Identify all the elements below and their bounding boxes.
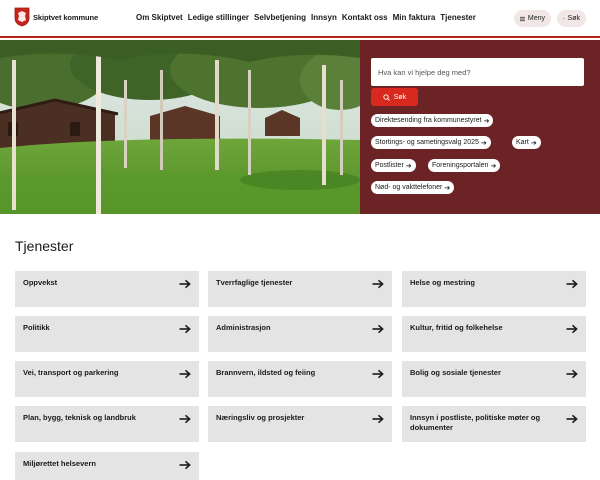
service-tile-label: Bolig og sosiale tjenester [410,368,501,377]
arrow-right-icon: ➔ [480,139,487,147]
quick-link-label: Postlister [375,162,404,169]
service-tile[interactable]: Plan, bygg, teknisk og landbruk [15,406,199,442]
nav-innsyn[interactable]: Innsyn [311,13,337,22]
arrow-right-icon [372,369,384,379]
quick-link-label: Nød- og vakttelefoner [375,184,443,191]
arrow-right-icon [566,369,578,379]
header-search-button[interactable]: Søk [557,10,586,27]
service-tile-label: Innsyn i postliste, politiske møter og d… [410,413,541,432]
service-tile-label: Helse og mestring [410,278,476,287]
hero-search-panel: Søk Direktesending fra kommunestyret➔ St… [360,40,600,214]
service-tile[interactable]: Tverrfaglige tjenester [208,271,392,307]
quick-link-label: Foreningsportalen [432,162,489,169]
hero-section: Søk Direktesending fra kommunestyret➔ St… [0,40,600,214]
nav-tjenester[interactable]: Tjenester [440,13,476,22]
quick-link-postlister[interactable]: Postlister ➔ [371,159,416,172]
service-tile[interactable]: Politikk [15,316,199,352]
nav-om-skiptvet[interactable]: Om Skiptvet [136,13,183,22]
arrow-right-icon [179,369,191,379]
service-tile[interactable]: Bolig og sosiale tjenester [402,361,586,397]
arrow-right-icon [179,279,191,289]
service-tile[interactable]: Vei, transport og parkering [15,361,199,397]
arrow-right-icon [566,324,578,334]
quick-link-kart[interactable]: Kart ➔ [512,136,541,149]
search-label: Søk [567,15,580,22]
coat-of-arms-icon [14,7,30,27]
arrow-right-icon: ➔ [530,139,537,147]
service-tile-label: Kultur, fritid og folkehelse [410,323,503,332]
service-tile[interactable]: Næringsliv og prosjekter [208,406,392,442]
search-icon [383,93,390,101]
quick-link-foreningsportalen[interactable]: Foreningsportalen ➔ [428,159,501,172]
service-tile-label: Administrasjon [216,323,271,332]
quick-link-valg[interactable]: Stortings- og sametingsvalg 2025 ➔ [371,136,491,149]
service-tile[interactable]: Administrasjon [208,316,392,352]
search-button[interactable]: Søk [371,88,418,106]
service-tile[interactable]: Helse og mestring [402,271,586,307]
quick-link-label: Stortings- og sametingsvalg 2025 [375,139,479,146]
arrow-right-icon [566,414,578,424]
main-nav: Om Skiptvet Ledige stillinger Selvbetjen… [136,13,481,22]
quick-link-label: Direktesending fra kommunestyret [375,117,482,124]
site-header: Skiptvet kommune Om Skiptvet Ledige stil… [0,0,600,38]
menu-label: Meny [527,15,545,22]
service-tile[interactable]: Kultur, fritid og folkehelse [402,316,586,352]
arrow-right-icon [372,279,384,289]
nav-selvbetjening[interactable]: Selvbetjening [254,13,306,22]
services-heading: Tjenester [15,238,74,254]
hamburger-icon [520,16,525,21]
service-tile[interactable]: Brannvern, ildsted og feiing [208,361,392,397]
search-button-label: Søk [393,93,407,101]
service-tile-label: Brannvern, ildsted og feiing [216,368,316,377]
service-tile-label: Politikk [23,323,50,332]
quick-link-label: Kart [516,139,529,146]
site-logo[interactable]: Skiptvet kommune [14,7,98,27]
service-tile-label: Tverrfaglige tjenester [216,278,293,287]
arrow-right-icon [179,460,191,470]
menu-button[interactable]: Meny [514,10,551,27]
nav-min-faktura[interactable]: Min faktura [393,13,436,22]
arrow-right-icon: ➔ [490,162,497,170]
quick-link-direktesending[interactable]: Direktesending fra kommunestyret ➔ [371,114,494,127]
arrow-right-icon [372,414,384,424]
service-tile-label: Vei, transport og parkering [23,368,119,377]
arrow-right-icon [566,279,578,289]
service-tile[interactable]: Oppvekst [15,271,199,307]
service-tile-label: Oppvekst [23,278,58,287]
nav-ledige-stillinger[interactable]: Ledige stillinger [188,13,249,22]
service-tile-label: Miljørettet helsevern [23,459,96,468]
arrow-right-icon: ➔ [405,162,412,170]
service-tile-label: Næringsliv og prosjekter [216,413,305,422]
nav-kontakt-oss[interactable]: Kontakt oss [342,13,388,22]
service-tile[interactable]: Miljørettet helsevern [15,452,199,480]
arrow-right-icon [179,324,191,334]
arrow-right-icon [372,324,384,334]
search-icon [563,17,565,20]
arrow-right-icon: ➔ [444,184,451,192]
arrow-right-icon: ➔ [483,117,490,125]
arrow-right-icon [179,414,191,424]
hero-photo [0,40,360,214]
service-tile[interactable]: Innsyn i postliste, politiske møter og d… [402,406,586,442]
search-input[interactable] [371,58,584,86]
quick-link-nodtelefoner[interactable]: Nød- og vakttelefoner ➔ [371,181,455,194]
logo-text: Skiptvet kommune [33,12,99,22]
service-tile-label: Plan, bygg, teknisk og landbruk [23,413,136,422]
